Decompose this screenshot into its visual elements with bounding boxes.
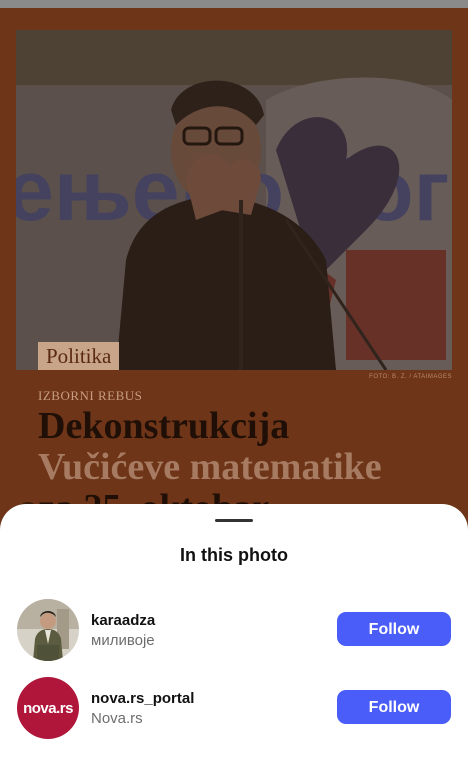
nova-logo-text: nova.rs [23, 699, 73, 717]
follow-button[interactable]: Follow [337, 612, 451, 646]
user-full-name: Nova.rs [91, 710, 143, 727]
headline-line-1: Dekonstrukcija [38, 405, 290, 447]
category-tag: Politika [38, 342, 120, 370]
username[interactable]: nova.rs_portal [91, 690, 194, 707]
article-photo: ењено бога [16, 30, 452, 370]
sheet-drag-handle[interactable] [215, 519, 253, 522]
status-bar-strip [0, 0, 468, 8]
headline-line-2: Vučićeve matematike [38, 446, 382, 488]
user-avatar[interactable] [17, 599, 79, 661]
user-full-name: миливоје [91, 632, 155, 649]
username[interactable]: karaadza [91, 612, 155, 629]
article-kicker: IZBORNI REBUS [38, 388, 143, 403]
nova-logo-avatar[interactable]: nova.rs [17, 677, 79, 739]
tagged-user-row[interactable]: nova.rs nova.rs_portal Nova.rs Follow [17, 677, 457, 739]
photo-credit: FOTO: B. Z. / ATAIMAGES [369, 374, 452, 380]
tagged-user-row[interactable]: karaadza миливоје Follow [17, 599, 457, 661]
tagged-people-sheet: In this photo karaadza миливоје Follow n… [0, 504, 468, 769]
person-photo-icon [17, 599, 79, 661]
follow-button[interactable]: Follow [337, 690, 451, 724]
photo-illustration: ењено бога [16, 30, 452, 370]
sheet-title: In this photo [180, 545, 288, 565]
